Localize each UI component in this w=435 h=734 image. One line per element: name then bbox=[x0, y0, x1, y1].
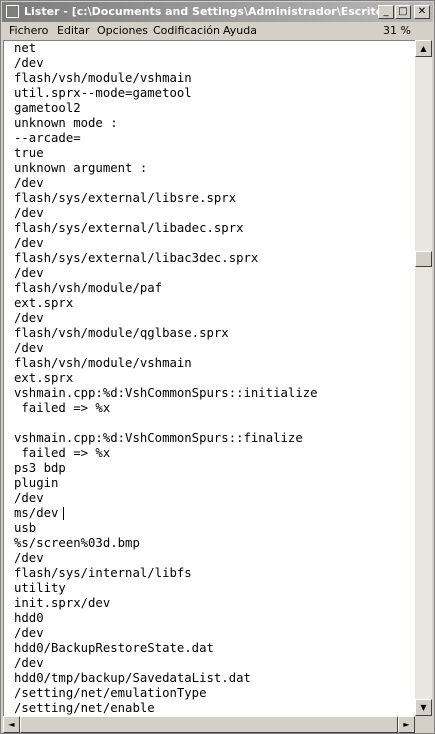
text-line: flash/vsh/module/vshmain bbox=[14, 356, 192, 370]
close-button[interactable]: ✕ bbox=[414, 5, 430, 19]
text-line: flash/sys/internal/libfs bbox=[14, 566, 192, 580]
lister-app-icon[interactable] bbox=[6, 5, 19, 18]
menu-ayuda[interactable]: Ayuda bbox=[223, 24, 257, 37]
text-line: unknown mode : bbox=[14, 116, 118, 130]
horizontal-scrollbar[interactable]: ◄ ► bbox=[3, 716, 415, 733]
text-line: ext.sprx bbox=[14, 296, 74, 310]
text-line: flash/vsh/module/vshmain bbox=[14, 71, 192, 85]
scroll-left-arrow-icon[interactable]: ◄ bbox=[3, 716, 20, 733]
text-line: /dev bbox=[14, 491, 44, 505]
text-line: init.sprx/dev bbox=[14, 596, 111, 610]
scroll-up-arrow-icon[interactable]: ▲ bbox=[415, 40, 432, 57]
text-line: flash/sys/external/libadec.sprx bbox=[14, 221, 244, 235]
maximize-button[interactable]: □ bbox=[395, 5, 411, 19]
text-line: flash/vsh/module/paf bbox=[14, 281, 163, 295]
text-line: failed => %x bbox=[14, 446, 111, 460]
text-line: /dev bbox=[14, 236, 44, 250]
text-line: ms/dev bbox=[14, 506, 59, 520]
text-view[interactable]: net/dev flash/vsh/module/vshmain util.sprx… bbox=[3, 40, 416, 717]
text-line: /dev bbox=[14, 551, 44, 565]
text-line: /dev bbox=[14, 656, 44, 670]
text-line: utility bbox=[14, 581, 66, 595]
text-line: flash/vsh/module/qglbase.sprx bbox=[14, 326, 229, 340]
scroll-right-arrow-icon[interactable]: ► bbox=[398, 716, 415, 733]
text-line: net bbox=[14, 41, 37, 55]
text-line: util.sprx--mode=gametool bbox=[14, 86, 192, 100]
horizontal-scroll-thumb[interactable] bbox=[20, 716, 398, 733]
text-line: /dev bbox=[14, 311, 44, 325]
window-title: Lister - [c:\Documents and Settings\Admi… bbox=[24, 5, 384, 18]
text-line: /dev bbox=[14, 626, 44, 640]
text-line: flash/sys/external/libac3dec.sprx bbox=[14, 251, 259, 265]
text-line: usb bbox=[14, 521, 37, 535]
text-line: /setting/net/emulationType bbox=[14, 686, 207, 700]
text-line: true bbox=[14, 146, 44, 160]
menu-fichero[interactable]: Fichero bbox=[9, 24, 48, 37]
text-line: vshmain.cpp:%d:VshCommonSpurs::initializ… bbox=[14, 386, 318, 400]
text-line: unknown argument : bbox=[14, 161, 148, 175]
vertical-scrollbar[interactable]: ▲ ▼ bbox=[415, 40, 432, 716]
text-line: hdd0/tmp/backup/SavedataList.dat bbox=[14, 671, 251, 685]
text-line: flash/sys/external/libsre.sprx bbox=[14, 191, 237, 205]
menu-opciones[interactable]: Opciones bbox=[97, 24, 148, 37]
text-line: hdd0 bbox=[14, 611, 44, 625]
minimize-button[interactable]: _ bbox=[378, 5, 394, 19]
text-line: %s/screen%03d.bmp bbox=[14, 536, 140, 550]
text-line: ps3 bdp bbox=[14, 461, 66, 475]
menu-bar: Fichero Editar Opciones Codificación Ayu… bbox=[2, 22, 433, 40]
text-line: --arcade= bbox=[14, 131, 81, 145]
title-bar[interactable]: Lister - [c:\Documents and Settings\Admi… bbox=[2, 2, 433, 22]
text-cursor bbox=[63, 507, 64, 520]
text-line: ext.sprx bbox=[14, 371, 74, 385]
zoom-percent: 31 % bbox=[383, 24, 411, 37]
text-line: /dev bbox=[14, 176, 44, 190]
menu-editar[interactable]: Editar bbox=[57, 24, 90, 37]
text-line: plugin bbox=[14, 476, 59, 490]
text-line: vshmain.cpp:%d:VshCommonSpurs::finalize bbox=[14, 431, 303, 445]
menu-codificacion[interactable]: Codificación bbox=[153, 24, 220, 37]
text-line: /setting/net/enable bbox=[14, 701, 155, 715]
text-line: failed => %x bbox=[14, 401, 111, 415]
text-line: /dev bbox=[14, 56, 44, 70]
text-line: hdd0/BackupRestoreState.dat bbox=[14, 641, 214, 655]
scroll-down-arrow-icon[interactable]: ▼ bbox=[415, 699, 432, 716]
text-line: /dev bbox=[14, 206, 44, 220]
vertical-scroll-thumb[interactable] bbox=[415, 251, 432, 267]
text-line: gametool2 bbox=[14, 101, 81, 115]
lister-window: Lister - [c:\Documents and Settings\Admi… bbox=[0, 0, 435, 734]
text-line: /dev bbox=[14, 341, 44, 355]
text-line: /dev bbox=[14, 266, 44, 280]
size-grip[interactable] bbox=[415, 716, 432, 733]
